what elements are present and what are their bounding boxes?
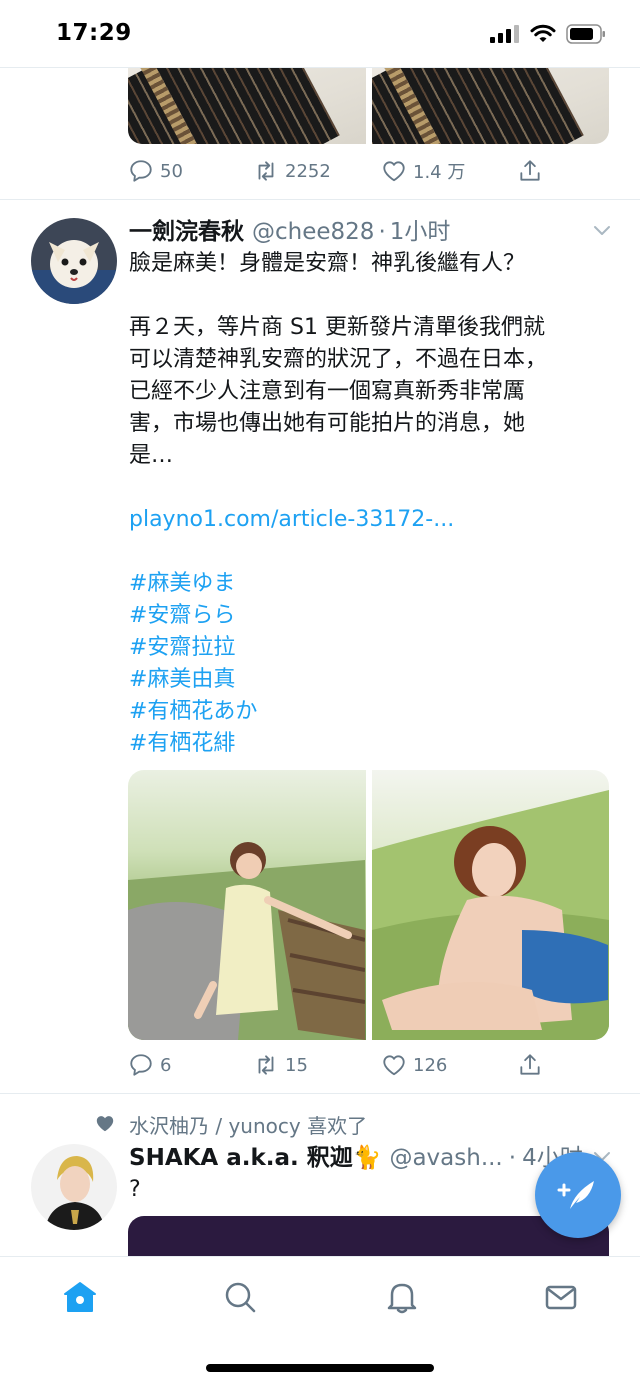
prev-tweet-media[interactable] [128,68,609,144]
display-name[interactable]: SHAKA a.k.a. 釈迦🐈 [129,1138,381,1172]
status-time: 17:29 [56,20,132,46]
handle[interactable]: @avash... [389,1145,502,1171]
tweet-photos [128,770,609,1040]
tweet-header: 一劍浣春秋 @chee828 · 1小时 [129,212,614,246]
nav-home[interactable] [60,1277,100,1317]
avatar-image [31,1144,117,1230]
reply-icon [130,160,152,182]
tweet-line: 是… [129,443,174,468]
compose-button[interactable] [535,1152,621,1238]
search-icon [225,1282,256,1313]
tweet-link[interactable]: playno1.com/article-33172-... [129,504,599,536]
hashtag[interactable]: #麻美ゆま [129,568,599,600]
reply-button[interactable]: 50 [128,158,253,184]
wifi-icon [530,24,556,42]
avatar-image [31,218,117,304]
like-button[interactable]: 126 [381,1052,517,1078]
photo-illustration [371,790,609,1040]
hashtag[interactable]: #有栖花緋 [129,728,599,760]
tweet-actions: 6 15 126 [128,1052,543,1078]
home-icon [64,1282,96,1312]
timeline-feed[interactable]: 50 2252 1.4 万 一劍浣春秋 @chee828 · 1小时 臉是麻美！… [0,68,640,1256]
tweet-photo-1[interactable] [128,770,366,1040]
retweet-count: 2252 [285,160,331,182]
prev-tweet-actions: 50 2252 1.4 万 [128,158,543,184]
share-icon [520,160,540,181]
photo-illustration [128,842,366,1040]
tweet-media[interactable] [128,1216,609,1256]
home-indicator[interactable] [206,1364,434,1372]
prev-tweet-photo-2[interactable] [371,68,609,144]
nav-notifications[interactable] [382,1277,422,1317]
like-count: 1.4 万 [413,162,466,183]
retweet-button[interactable]: 15 [253,1052,381,1078]
hashtag[interactable]: #安齋拉拉 [129,632,599,664]
separator: · [378,219,386,245]
battery-icon [566,24,605,44]
signal-icon [490,25,519,43]
social-context[interactable]: 水沢柚乃 / yunocy 喜欢了 [129,1110,367,1139]
like-icon [383,1055,405,1076]
hashtag[interactable]: #麻美由真 [129,664,599,696]
share-icon [520,1054,540,1075]
tweet-time[interactable]: 1小时 [390,212,451,246]
retweet-button[interactable]: 2252 [253,158,381,184]
status-bar: 17:29 [0,0,640,68]
tweet-text: ? [129,1177,141,1202]
reply-count: 50 [160,160,183,182]
handle[interactable]: @chee828 [252,219,374,245]
reply-count: 6 [160,1054,172,1076]
display-name[interactable]: 一劍浣春秋 [129,212,244,246]
reply-icon [130,1054,152,1076]
retweet-icon [258,161,274,181]
messages-icon [545,1285,577,1310]
tweet-line: 害，市場也傳出她有可能拍片的消息，她 [129,411,526,436]
like-icon [383,161,405,182]
tweet[interactable]: 一劍浣春秋 @chee828 · 1小时 臉是麻美！身體是安齋！神乳後繼有人？ … [0,200,640,1093]
like-button[interactable]: 1.4 万 [381,158,517,184]
tweet-line: 再２天，等片商 S1 更新發片清單後我們就 [129,315,545,340]
tweet-photo-2[interactable] [371,770,609,1040]
tweet-line: 臉是麻美！身體是安齋！神乳後繼有人？ [129,251,526,276]
separator: · [508,1145,517,1171]
like-count: 126 [413,1054,448,1076]
share-button[interactable] [517,158,543,184]
nav-messages[interactable] [541,1277,581,1317]
hashtag[interactable]: #有栖花あか [129,696,599,728]
notifications-icon [387,1283,417,1314]
compose-icon [557,1181,594,1209]
prev-tweet-photo-1[interactable] [128,68,366,144]
tweet-header: SHAKA a.k.a. 釈迦🐈 @avash... · 4小时 [129,1138,583,1172]
tweet-line: 可以清楚神乳安齋的狀況了，不過在日本， [129,347,548,372]
retweet-icon [258,1055,274,1075]
avatar[interactable] [31,1144,117,1230]
heart-filled-icon [96,1116,114,1132]
share-button[interactable] [517,1052,543,1078]
chevron-down-icon[interactable] [592,220,612,240]
hashtag[interactable]: #安齋らら [129,600,599,632]
tweet-line: 已經不少人注意到有一個寫真新秀非常厲 [129,379,526,404]
retweet-count: 15 [285,1054,308,1076]
hashtag-list: #麻美ゆま #安齋らら #安齋拉拉 #麻美由真 #有栖花あか #有栖花緋 [129,568,599,760]
nav-search[interactable] [220,1277,260,1317]
reply-button[interactable]: 6 [128,1052,253,1078]
status-icons [490,24,606,44]
avatar[interactable] [31,218,117,304]
tweet-text: 臉是麻美！身體是安齋！神乳後繼有人？ 再２天，等片商 S1 更新發片清單後我們就… [129,248,599,760]
